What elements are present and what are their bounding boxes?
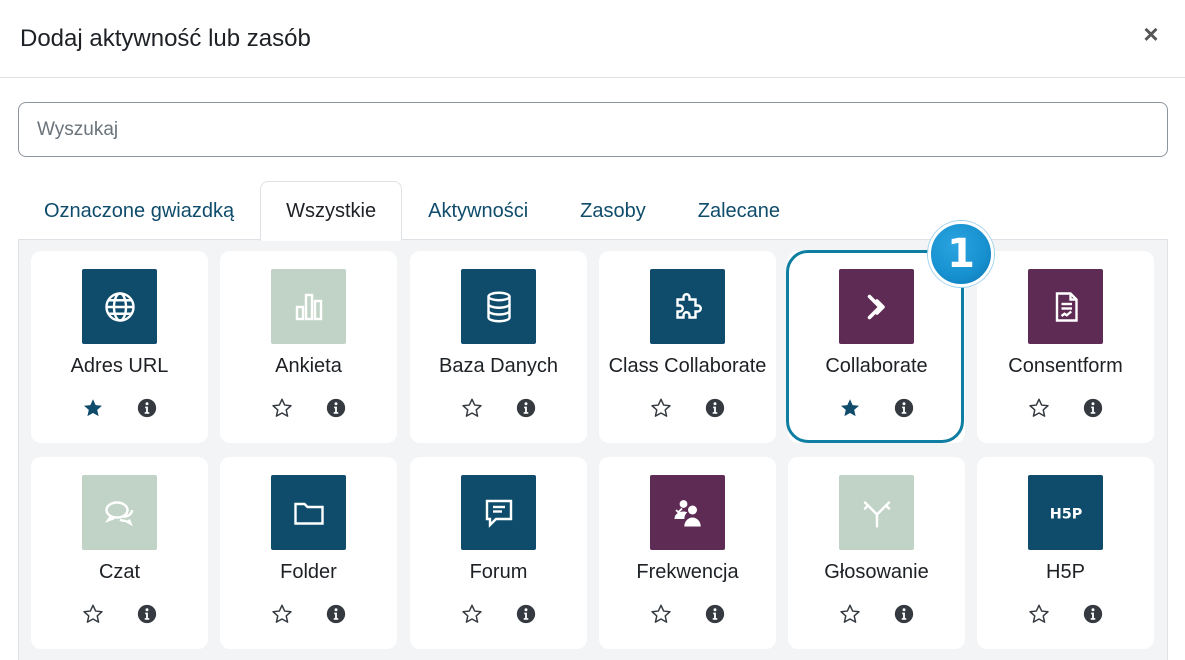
signpost-arrows-icon xyxy=(839,475,914,550)
card-actions xyxy=(31,396,208,420)
card-actions xyxy=(220,602,397,626)
modal-title: Dodaj aktywność lub zasób xyxy=(20,24,311,52)
activity-card[interactable]: Ankieta xyxy=(220,251,397,443)
activity-card[interactable]: Baza Danych xyxy=(410,251,587,443)
card-actions xyxy=(599,602,776,626)
activity-card[interactable]: Forum xyxy=(410,457,587,649)
star-outline-icon[interactable] xyxy=(649,602,673,626)
modal-header: Dodaj aktywność lub zasób xyxy=(0,0,1185,78)
activity-name: Adres URL xyxy=(70,355,169,377)
chevrons-right-icon xyxy=(839,269,914,344)
activity-card[interactable]: Głosowanie xyxy=(788,457,965,649)
star-outline-icon[interactable] xyxy=(1027,396,1051,420)
card-actions xyxy=(220,396,397,420)
star-outline-icon[interactable] xyxy=(270,602,294,626)
tab-activities[interactable]: Aktywności xyxy=(402,181,554,240)
activity-name: Class Collaborate xyxy=(608,355,767,377)
card-actions xyxy=(31,602,208,626)
info-icon[interactable] xyxy=(514,396,538,420)
info-icon[interactable] xyxy=(1081,602,1105,626)
chat-bubbles-icon xyxy=(82,475,157,550)
card-actions xyxy=(977,396,1154,420)
tab-recommended[interactable]: Zalecane xyxy=(672,181,806,240)
activity-card[interactable]: H5P H5P xyxy=(977,457,1154,649)
svg-text:H5P: H5P xyxy=(1049,506,1082,522)
tab-bar: Oznaczone gwiazdką Wszystkie Aktywności … xyxy=(18,181,806,241)
activity-card[interactable]: Czat xyxy=(31,457,208,649)
search-container xyxy=(18,102,1168,157)
attendance-people-icon xyxy=(650,475,725,550)
info-icon[interactable] xyxy=(324,602,348,626)
activity-name: H5P xyxy=(1046,561,1085,583)
activity-card[interactable]: Adres URL xyxy=(31,251,208,443)
star-outline-icon[interactable] xyxy=(460,396,484,420)
bar-chart-icon xyxy=(271,269,346,344)
forum-message-icon xyxy=(461,475,536,550)
star-outline-icon[interactable] xyxy=(81,602,105,626)
activity-name: Forum xyxy=(469,561,528,583)
globe-icon xyxy=(82,269,157,344)
info-icon[interactable] xyxy=(135,396,159,420)
tab-resources[interactable]: Zasoby xyxy=(554,181,672,240)
card-actions xyxy=(977,602,1154,626)
activity-card[interactable]: Frekwencja xyxy=(599,457,776,649)
info-icon[interactable] xyxy=(892,396,916,420)
activity-card[interactable]: Consentform xyxy=(977,251,1154,443)
activity-card[interactable]: Collaborate xyxy=(788,251,965,443)
callout-number: 1 xyxy=(947,231,975,277)
info-icon[interactable] xyxy=(514,602,538,626)
star-outline-icon[interactable] xyxy=(1027,602,1051,626)
callout-badge: 1 xyxy=(928,221,994,287)
tab-starred[interactable]: Oznaczone gwiazdką xyxy=(18,181,260,240)
card-actions xyxy=(410,396,587,420)
info-icon[interactable] xyxy=(703,396,727,420)
close-button[interactable]: × xyxy=(1137,18,1165,49)
activity-name: Consentform xyxy=(1008,355,1123,377)
puzzle-icon xyxy=(650,269,725,344)
signed-document-icon xyxy=(1028,269,1103,344)
info-icon[interactable] xyxy=(135,602,159,626)
close-icon: × xyxy=(1143,18,1159,49)
star-outline-icon[interactable] xyxy=(649,396,673,420)
info-icon[interactable] xyxy=(892,602,916,626)
activity-card[interactable]: Folder xyxy=(220,457,397,649)
info-icon[interactable] xyxy=(324,396,348,420)
star-outline-icon[interactable] xyxy=(460,602,484,626)
card-actions xyxy=(599,396,776,420)
info-icon[interactable] xyxy=(1081,396,1105,420)
info-icon[interactable] xyxy=(703,602,727,626)
activity-name: Folder xyxy=(280,561,337,583)
activity-name: Baza Danych xyxy=(439,355,558,377)
card-actions xyxy=(410,602,587,626)
card-actions xyxy=(788,396,965,420)
card-actions xyxy=(788,602,965,626)
folder-icon xyxy=(271,475,346,550)
star-filled-icon[interactable] xyxy=(81,396,105,420)
tab-all[interactable]: Wszystkie xyxy=(260,181,403,241)
activity-name: Frekwencja xyxy=(636,561,739,583)
activity-name: Collaborate xyxy=(825,355,928,377)
search-input[interactable] xyxy=(18,102,1168,157)
star-outline-icon[interactable] xyxy=(270,396,294,420)
star-filled-icon[interactable] xyxy=(838,396,862,420)
add-activity-modal: Dodaj aktywność lub zasób × Oznaczone gw… xyxy=(0,0,1185,660)
activity-name: Głosowanie xyxy=(824,561,929,583)
activity-name: Czat xyxy=(98,561,141,583)
database-icon xyxy=(461,269,536,344)
activity-name: Ankieta xyxy=(275,355,342,377)
activity-card[interactable]: Class Collaborate xyxy=(599,251,776,443)
h5p-logo-icon: H5P xyxy=(1028,475,1103,550)
star-outline-icon[interactable] xyxy=(838,602,862,626)
